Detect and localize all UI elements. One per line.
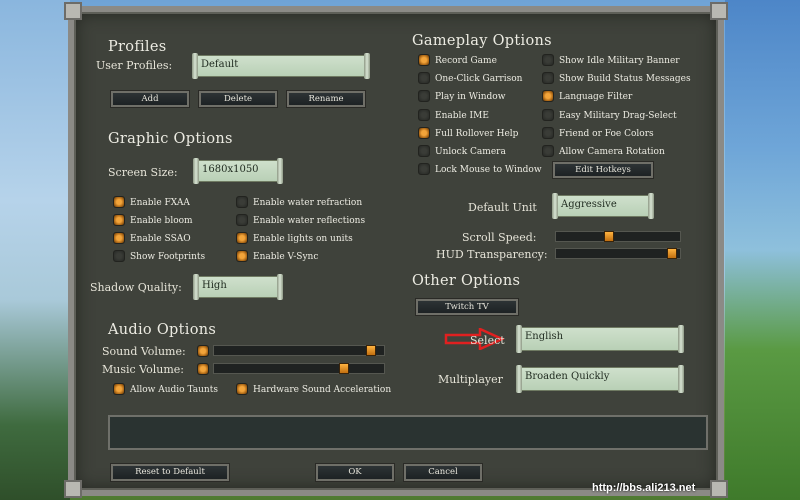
gameplay-option-label: One-Click Garrison	[435, 74, 523, 84]
graphic-option-label: Enable FXAA	[130, 198, 190, 208]
other-options-title: Other Options	[412, 273, 521, 289]
frame-corner	[710, 480, 728, 498]
hardware-sound-acceleration-label: Hardware Sound Acceleration	[253, 385, 392, 395]
language-select-field[interactable]: English	[516, 325, 684, 353]
gameplay-option-label: Record Game	[435, 56, 497, 66]
gameplay-option-label: Language Filter	[559, 92, 633, 102]
delete-profile-button[interactable]: Delete	[199, 91, 277, 107]
multiplayer-label: Multiplayer	[438, 373, 503, 386]
graphic-option-label: Enable SSAO	[130, 234, 191, 244]
audio-options-title: Audio Options	[108, 322, 217, 338]
gameplay-option-checkbox[interactable]	[418, 109, 430, 121]
graphic-option-checkbox[interactable]	[113, 214, 125, 226]
gameplay-option-label: Friend or Foe Colors	[559, 129, 654, 139]
cancel-button[interactable]: Cancel	[404, 464, 482, 481]
gameplay-option-checkbox[interactable]	[542, 72, 554, 84]
graphic-option-checkbox[interactable]	[236, 232, 248, 244]
hud-transparency-slider[interactable]	[555, 248, 681, 259]
gameplay-option-label: Lock Mouse to Window	[435, 165, 542, 175]
graphic-options-title: Graphic Options	[108, 131, 233, 147]
sound-volume-slider[interactable]	[213, 345, 385, 356]
graphic-option-label: Enable lights on units	[253, 234, 353, 244]
edit-hotkeys-button[interactable]: Edit Hotkeys	[553, 162, 653, 178]
sound-volume-label: Sound Volume:	[102, 345, 186, 358]
allow-audio-taunts-label: Allow Audio Taunts	[130, 385, 218, 395]
screen-size-label: Screen Size:	[108, 166, 178, 179]
shadow-quality-label: Shadow Quality:	[90, 281, 182, 294]
gameplay-option-label: Allow Camera Rotation	[559, 147, 665, 157]
allow-audio-taunts-checkbox[interactable]	[113, 383, 125, 395]
gameplay-option-checkbox[interactable]	[418, 163, 430, 175]
watermark: http://bbs.ali213.net	[592, 482, 696, 494]
screen-size-field[interactable]: 1680x1050	[193, 158, 283, 184]
gameplay-option-label: Enable IME	[435, 111, 489, 121]
hud-transparency-thumb[interactable]	[667, 248, 677, 259]
scroll-speed-slider[interactable]	[555, 231, 681, 242]
gameplay-option-checkbox[interactable]	[542, 145, 554, 157]
gameplay-option-label: Play in Window	[435, 92, 506, 102]
graphic-option-label: Enable water refraction	[253, 198, 363, 208]
gameplay-option-label: Show Build Status Messages	[559, 74, 691, 84]
multiplayer-field[interactable]: Broaden Quickly	[516, 365, 684, 393]
gameplay-option-label: Easy Military Drag-Select	[559, 111, 677, 121]
gameplay-option-checkbox[interactable]	[418, 72, 430, 84]
reset-to-default-button[interactable]: Reset to Default	[111, 464, 229, 481]
graphic-option-checkbox[interactable]	[236, 214, 248, 226]
help-text-box	[108, 415, 708, 450]
rename-profile-button[interactable]: Rename	[287, 91, 365, 107]
twitch-tv-button[interactable]: Twitch TV	[416, 299, 518, 315]
default-unit-label: Default Unit	[468, 201, 537, 214]
scroll-speed-label: Scroll Speed:	[462, 231, 537, 244]
user-profiles-field[interactable]: Default	[192, 53, 370, 79]
sound-volume-thumb[interactable]	[366, 345, 376, 356]
gameplay-option-checkbox[interactable]	[418, 90, 430, 102]
graphic-option-label: Enable V-Sync	[253, 252, 319, 262]
hardware-sound-acceleration-checkbox[interactable]	[236, 383, 248, 395]
music-volume-label: Music Volume:	[102, 363, 184, 376]
gameplay-option-checkbox[interactable]	[542, 90, 554, 102]
music-volume-slider[interactable]	[213, 363, 385, 374]
frame-corner	[64, 480, 82, 498]
frame-corner	[64, 2, 82, 20]
default-unit-field[interactable]: Aggressive	[552, 193, 654, 219]
graphic-option-label: Enable bloom	[130, 216, 193, 226]
graphic-option-label: Enable water reflections	[253, 216, 366, 226]
background-left	[0, 0, 70, 500]
music-volume-icon	[197, 363, 209, 375]
music-volume-thumb[interactable]	[339, 363, 349, 374]
gameplay-options-title: Gameplay Options	[412, 33, 552, 49]
gameplay-option-checkbox[interactable]	[542, 54, 554, 66]
hud-transparency-label: HUD Transparency:	[436, 248, 548, 261]
add-profile-button[interactable]: Add	[111, 91, 189, 107]
graphic-option-checkbox[interactable]	[236, 196, 248, 208]
scroll-speed-thumb[interactable]	[604, 231, 614, 242]
select-label: Select	[470, 334, 505, 347]
gameplay-option-label: Show Idle Military Banner	[559, 56, 680, 66]
profiles-title: Profiles	[108, 39, 167, 55]
graphic-option-checkbox[interactable]	[113, 196, 125, 208]
gameplay-option-label: Full Rollover Help	[435, 129, 519, 139]
background-right	[725, 0, 800, 500]
gameplay-option-label: Unlock Camera	[435, 147, 506, 157]
gameplay-option-checkbox[interactable]	[418, 54, 430, 66]
gameplay-option-checkbox[interactable]	[418, 145, 430, 157]
graphic-option-checkbox[interactable]	[113, 250, 125, 262]
sound-volume-icon	[197, 345, 209, 357]
shadow-quality-field[interactable]: High	[193, 274, 283, 300]
gameplay-option-checkbox[interactable]	[418, 127, 430, 139]
graphic-option-checkbox[interactable]	[113, 232, 125, 244]
graphic-option-label: Show Footprints	[130, 252, 206, 262]
user-profiles-label: User Profiles:	[96, 59, 173, 72]
gameplay-option-checkbox[interactable]	[542, 109, 554, 121]
ok-button[interactable]: OK	[316, 464, 394, 481]
graphic-option-checkbox[interactable]	[236, 250, 248, 262]
frame-corner	[710, 2, 728, 20]
gameplay-option-checkbox[interactable]	[542, 127, 554, 139]
